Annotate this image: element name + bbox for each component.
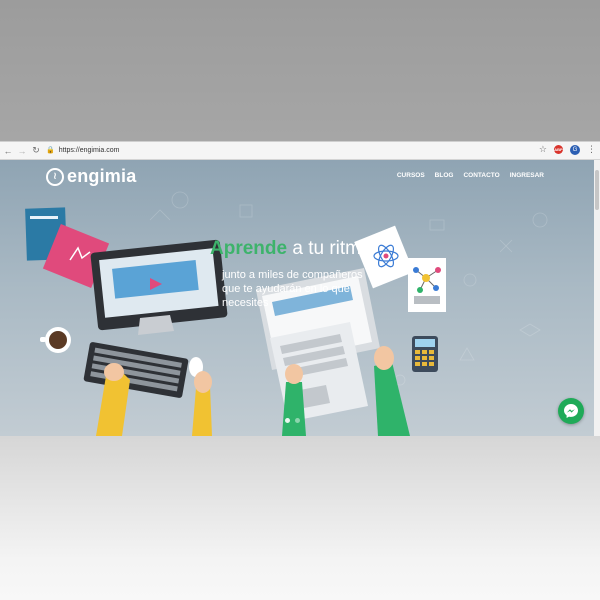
coffee-cup-icon bbox=[40, 327, 71, 353]
nav-link-contacto[interactable]: CONTACTO bbox=[463, 172, 499, 179]
browser-toolbar: ← → ↻ 🔒 https://engimia.com ☆ ABP G ⋮ bbox=[0, 142, 600, 160]
webpage-hero: ≀ engimia CURSOS BLOG CONTACTO INGRESAR … bbox=[0, 160, 600, 436]
nav-link-cursos[interactable]: CURSOS bbox=[397, 172, 425, 179]
keyboard-icon bbox=[83, 342, 189, 398]
molecule-paper-icon bbox=[408, 258, 446, 312]
calculator-icon bbox=[412, 336, 438, 372]
slider-pagination bbox=[285, 418, 300, 423]
scrollbar-thumb[interactable] bbox=[595, 170, 599, 210]
slider-dot-2[interactable] bbox=[295, 418, 300, 423]
logo-text: engimia bbox=[67, 166, 137, 186]
engimia-logo-icon: ≀ bbox=[46, 167, 64, 186]
forward-arrow-icon[interactable]: → bbox=[16, 145, 28, 157]
address-url: https://engimia.com bbox=[58, 146, 120, 154]
site-navbar: ≀ engimia CURSOS BLOG CONTACTO INGRESAR bbox=[0, 160, 594, 194]
address-bar[interactable]: 🔒 https://engimia.com bbox=[46, 144, 516, 156]
slider-dot-1[interactable] bbox=[285, 418, 290, 423]
messenger-icon bbox=[564, 404, 578, 418]
hero-subtitle-line: que te ayudarán en lo que bbox=[222, 283, 350, 295]
profile-avatar[interactable]: G bbox=[570, 144, 580, 155]
lock-icon: 🔒 bbox=[46, 147, 55, 154]
adblock-extension-icon[interactable]: ABP bbox=[554, 145, 563, 154]
reload-icon[interactable]: ↻ bbox=[30, 145, 42, 157]
hero-title-rest: a tu ritmo bbox=[287, 238, 372, 259]
nav-link-ingresar[interactable]: INGRESAR bbox=[510, 172, 544, 179]
browser-window: ← → ↻ 🔒 https://engimia.com ☆ ABP G ⋮ ≀ … bbox=[0, 141, 600, 436]
browser-menu-icon[interactable]: ⋮ bbox=[587, 144, 596, 155]
back-arrow-icon[interactable]: ← bbox=[2, 145, 14, 157]
hero-subtitle-line: junto a miles de compañeros bbox=[222, 269, 363, 281]
bookmark-star-icon[interactable]: ☆ bbox=[539, 144, 547, 155]
main-menu: CURSOS BLOG CONTACTO INGRESAR bbox=[397, 172, 544, 179]
hero-title-accent: Aprende bbox=[210, 238, 288, 259]
hero-subtitle: junto a miles de compañeros que te ayuda… bbox=[222, 268, 392, 310]
hero-title: Aprende a tu ritmo bbox=[210, 238, 372, 260]
desktop-monitor-icon bbox=[90, 239, 228, 335]
hero-subtitle-line: necesites bbox=[222, 297, 269, 309]
page-scrollbar[interactable] bbox=[594, 160, 600, 436]
nav-link-blog[interactable]: BLOG bbox=[435, 172, 454, 179]
site-logo[interactable]: ≀ engimia bbox=[46, 166, 136, 187]
messenger-chat-button[interactable] bbox=[558, 398, 584, 424]
